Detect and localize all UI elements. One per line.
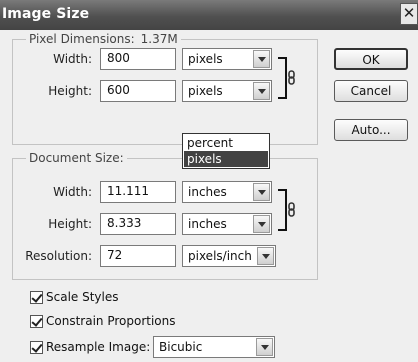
doc-width-unit-select[interactable]: inches (182, 181, 272, 203)
pixel-width-input[interactable]: 800 (100, 48, 176, 70)
pixel-dimensions-title: Pixel Dimensions: (29, 32, 135, 46)
pixel-height-label: Height: (48, 84, 92, 98)
pixel-dimensions-label: Pixel Dimensions: 1.37M (26, 32, 181, 46)
resolution-label: Resolution: (25, 249, 92, 263)
pixel-height-unit-select[interactable]: pixels (182, 80, 272, 102)
scale-styles-label: Scale Styles (46, 290, 119, 304)
doc-height-label: Height: (48, 217, 92, 231)
dropdown-arrow-icon[interactable] (256, 338, 273, 356)
resample-image-checkbox[interactable] (30, 341, 43, 354)
auto-button[interactable]: Auto... (334, 119, 408, 141)
cancel-button[interactable]: Cancel (334, 80, 408, 102)
dropdown-option-percent[interactable]: percent (184, 135, 268, 151)
unit-dropdown-list[interactable]: percent pixels (182, 133, 270, 169)
close-icon: ✕ (402, 4, 416, 22)
doc-height-input[interactable]: 8.333 (100, 213, 176, 235)
resample-image-label: Resample Image: (46, 340, 151, 354)
scale-styles-option[interactable]: Scale Styles (30, 290, 190, 306)
doc-height-unit-select[interactable]: inches (182, 213, 272, 235)
resolution-unit-select[interactable]: pixels/inch (182, 245, 276, 267)
resample-method-value: Bicubic (159, 340, 203, 354)
link-chain-icon (278, 189, 295, 231)
document-size-label: Document Size: (26, 151, 127, 165)
pixel-height-unit-value: pixels (188, 84, 223, 98)
doc-width-unit-value: inches (188, 185, 227, 199)
resample-method-select[interactable]: Bicubic (153, 336, 275, 358)
dialog-body: Pixel Dimensions: 1.37M Width: 800 pixels… (0, 30, 418, 362)
dropdown-arrow-icon[interactable] (253, 183, 270, 201)
constrain-proportions-label: Constrain Proportions (46, 314, 176, 328)
ok-button[interactable]: OK (334, 48, 408, 70)
dropdown-arrow-icon[interactable] (253, 82, 270, 100)
doc-width-label: Width: (53, 185, 92, 199)
dropdown-arrow-icon[interactable] (253, 215, 270, 233)
doc-height-unit-value: inches (188, 217, 227, 231)
resolution-input[interactable]: 72 (100, 245, 176, 267)
dropdown-arrow-icon[interactable] (253, 50, 270, 68)
title-bar: Image Size ✕ (0, 0, 418, 30)
scale-styles-checkbox[interactable] (30, 291, 43, 304)
pixel-height-input[interactable]: 600 (100, 80, 176, 102)
resolution-unit-value: pixels/inch (188, 249, 252, 263)
pixel-dimensions-size: 1.37M (140, 32, 178, 46)
doc-width-input[interactable]: 11.111 (100, 181, 176, 203)
link-chain-icon (278, 57, 295, 99)
pixel-width-unit-value: pixels (188, 52, 223, 66)
resample-image-option[interactable]: Resample Image: (30, 340, 150, 356)
pixel-width-label: Width: (53, 52, 92, 66)
dropdown-arrow-icon[interactable] (257, 247, 274, 265)
close-button[interactable]: ✕ (400, 3, 418, 25)
constrain-proportions-checkbox[interactable] (30, 315, 43, 328)
window-title: Image Size (2, 6, 90, 22)
dropdown-option-pixels[interactable]: pixels (184, 151, 268, 167)
constrain-proportions-option[interactable]: Constrain Proportions (30, 314, 230, 330)
pixel-width-unit-select[interactable]: pixels (182, 48, 272, 70)
